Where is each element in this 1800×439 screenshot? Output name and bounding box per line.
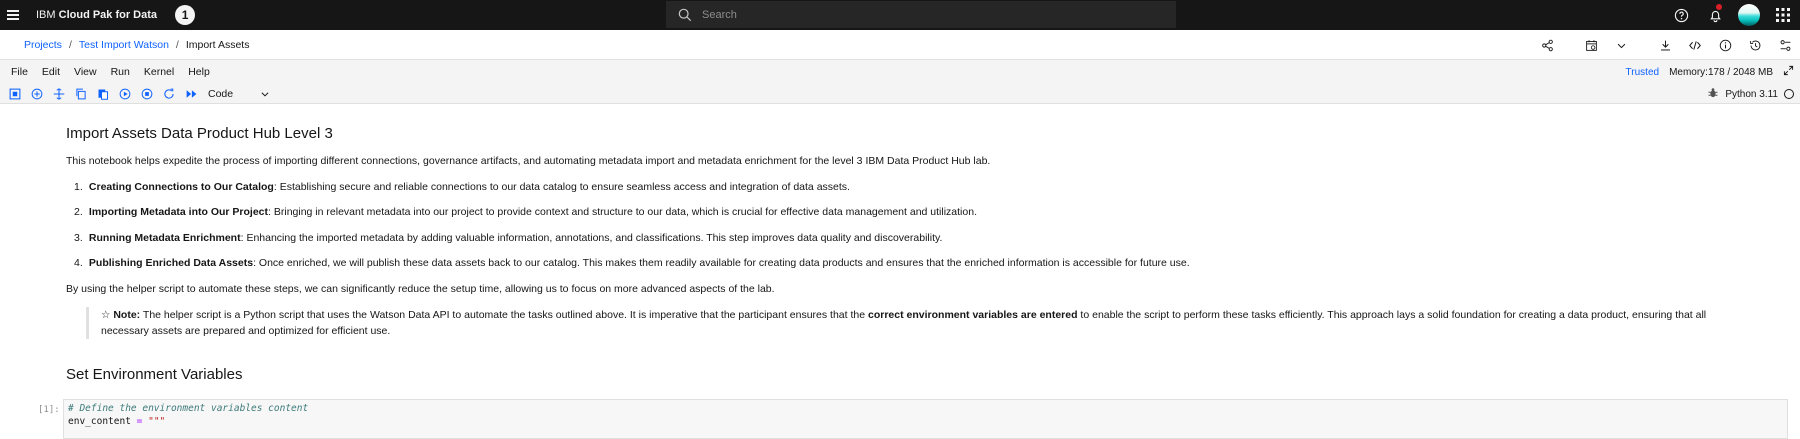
list-number: 2. [74,206,83,218]
cell-type-select[interactable]: Code [208,88,270,100]
cell-type-label: Code [208,87,234,100]
global-search[interactable] [666,1,1176,28]
trusted-status[interactable]: Trusted [1626,67,1660,78]
list-bold: Running Metadata Enrichment [88,232,241,244]
menu-file[interactable]: File [11,66,28,78]
breadcrumb: Projects / Test Import Watson / Import A… [24,39,249,51]
menu-edit[interactable]: Edit [42,66,60,78]
note-label: Note: [113,309,141,321]
breadcrumb-project[interactable]: Test Import Watson [79,39,169,51]
app-switcher-icon[interactable] [1766,0,1800,30]
code-cell[interactable]: [1]: # Define the environment variables … [0,394,1800,439]
hamburger-menu-icon[interactable] [0,0,26,30]
cell-prompt: [1]: [38,405,60,415]
menu-help[interactable]: Help [188,66,210,78]
code-operator: = [130,415,149,427]
top-header: IBM Cloud Pak for Data 1 [0,0,1800,30]
paste-cell-icon[interactable] [92,84,114,104]
brand-name: Cloud Pak for Data [58,9,158,21]
copy-cell-icon[interactable] [70,84,92,104]
code-comment: # Define the environment variables conte… [68,403,309,414]
note-text: The helper script is a Python script tha… [140,309,868,321]
chevron-down-icon[interactable] [1606,30,1636,60]
summary-paragraph: By using the helper script to automate t… [66,283,775,295]
list-number: 1. [74,181,83,193]
notebook-title: Import Assets Data Product Hub Level 3 [66,125,333,142]
run-all-icon[interactable] [180,84,202,104]
note-emphasis: correct environment variables are entere… [868,309,1078,321]
list-item: 4. Publishing Enriched Data Assets: Once… [74,256,1190,271]
notification-dot [1716,4,1722,10]
search-icon [678,8,692,21]
star-icon: ☆ [101,309,111,321]
code-variable: env_content [68,415,131,427]
environment-settings-icon[interactable] [1770,30,1800,60]
menu-run[interactable]: Run [111,66,130,78]
run-cell-icon[interactable] [114,84,136,104]
expand-icon[interactable] [1783,65,1794,79]
notebook-content: Import Assets Data Product Hub Level 3 T… [0,105,1800,439]
code-string: """ [148,415,166,427]
menu-kernel[interactable]: Kernel [144,66,174,78]
list-item: 2. Importing Metadata into Our Project: … [74,205,977,220]
list-text: : Establishing secure and reliable conne… [273,181,850,193]
breadcrumb-separator: / [68,38,72,51]
help-icon[interactable] [1664,0,1698,30]
notification-bell-icon[interactable] [1698,0,1732,30]
code-line: env_content = """ [68,416,1783,429]
list-bold: Importing Metadata into Our Project [88,206,269,218]
menu-view[interactable]: View [74,66,97,78]
list-text: : Bringing in relevant metadata into our… [268,206,977,218]
list-text: : Once enriched, we will publish these d… [253,257,1190,269]
info-icon[interactable] [1710,30,1740,60]
avatar[interactable] [1738,4,1760,26]
list-bold: Creating Connections to Our Catalog [88,181,274,193]
notebook-toolbar: Code Python 3.11 [0,84,1800,104]
list-number: 3. [74,232,83,244]
version-history-icon[interactable] [1740,30,1770,60]
section-heading: Set Environment Variables [66,366,243,383]
step-badge: 1 [175,5,196,25]
breadcrumb-bar: Projects / Test Import Watson / Import A… [0,30,1800,60]
breadcrumb-separator: / [175,38,179,51]
note-blockquote: ☆ Note: The helper script is a Python sc… [86,307,1746,339]
restart-kernel-icon[interactable] [158,84,180,104]
kernel-name[interactable]: Python 3.11 [1725,89,1778,100]
chevron-down-icon [261,91,269,97]
cut-cell-icon[interactable] [48,84,70,104]
breadcrumb-projects[interactable]: Projects [24,39,62,51]
brand-prefix: IBM [36,9,56,21]
debugger-icon[interactable] [1707,87,1719,102]
list-text: : Enhancing the imported metadata by add… [240,232,943,244]
intro-paragraph: This notebook helps expedite the process… [66,155,991,167]
list-item: 1. Creating Connections to Our Catalog: … [74,180,850,195]
kernel-status-icon [1784,89,1794,99]
memory-usage: Memory:178 / 2048 MB [1669,66,1773,78]
search-input[interactable] [702,8,1142,21]
share-icon[interactable] [1532,30,1562,60]
brand-title[interactable]: IBM Cloud Pak for Data [36,9,157,21]
code-editor[interactable]: # Define the environment variables conte… [63,399,1788,439]
list-bold: Publishing Enriched Data Assets [88,257,254,269]
code-snippets-icon[interactable] [1680,30,1710,60]
notebook-menubar: File Edit View Run Kernel Help Trusted M… [0,60,1800,84]
download-icon[interactable] [1650,30,1680,60]
save-icon[interactable] [4,84,26,104]
list-number: 4. [74,257,83,269]
schedule-job-icon[interactable] [1576,30,1606,60]
add-cell-icon[interactable] [26,84,48,104]
stop-kernel-icon[interactable] [136,84,158,104]
list-item: 3. Running Metadata Enrichment: Enhancin… [74,231,942,246]
breadcrumb-current: Import Assets [185,38,250,51]
